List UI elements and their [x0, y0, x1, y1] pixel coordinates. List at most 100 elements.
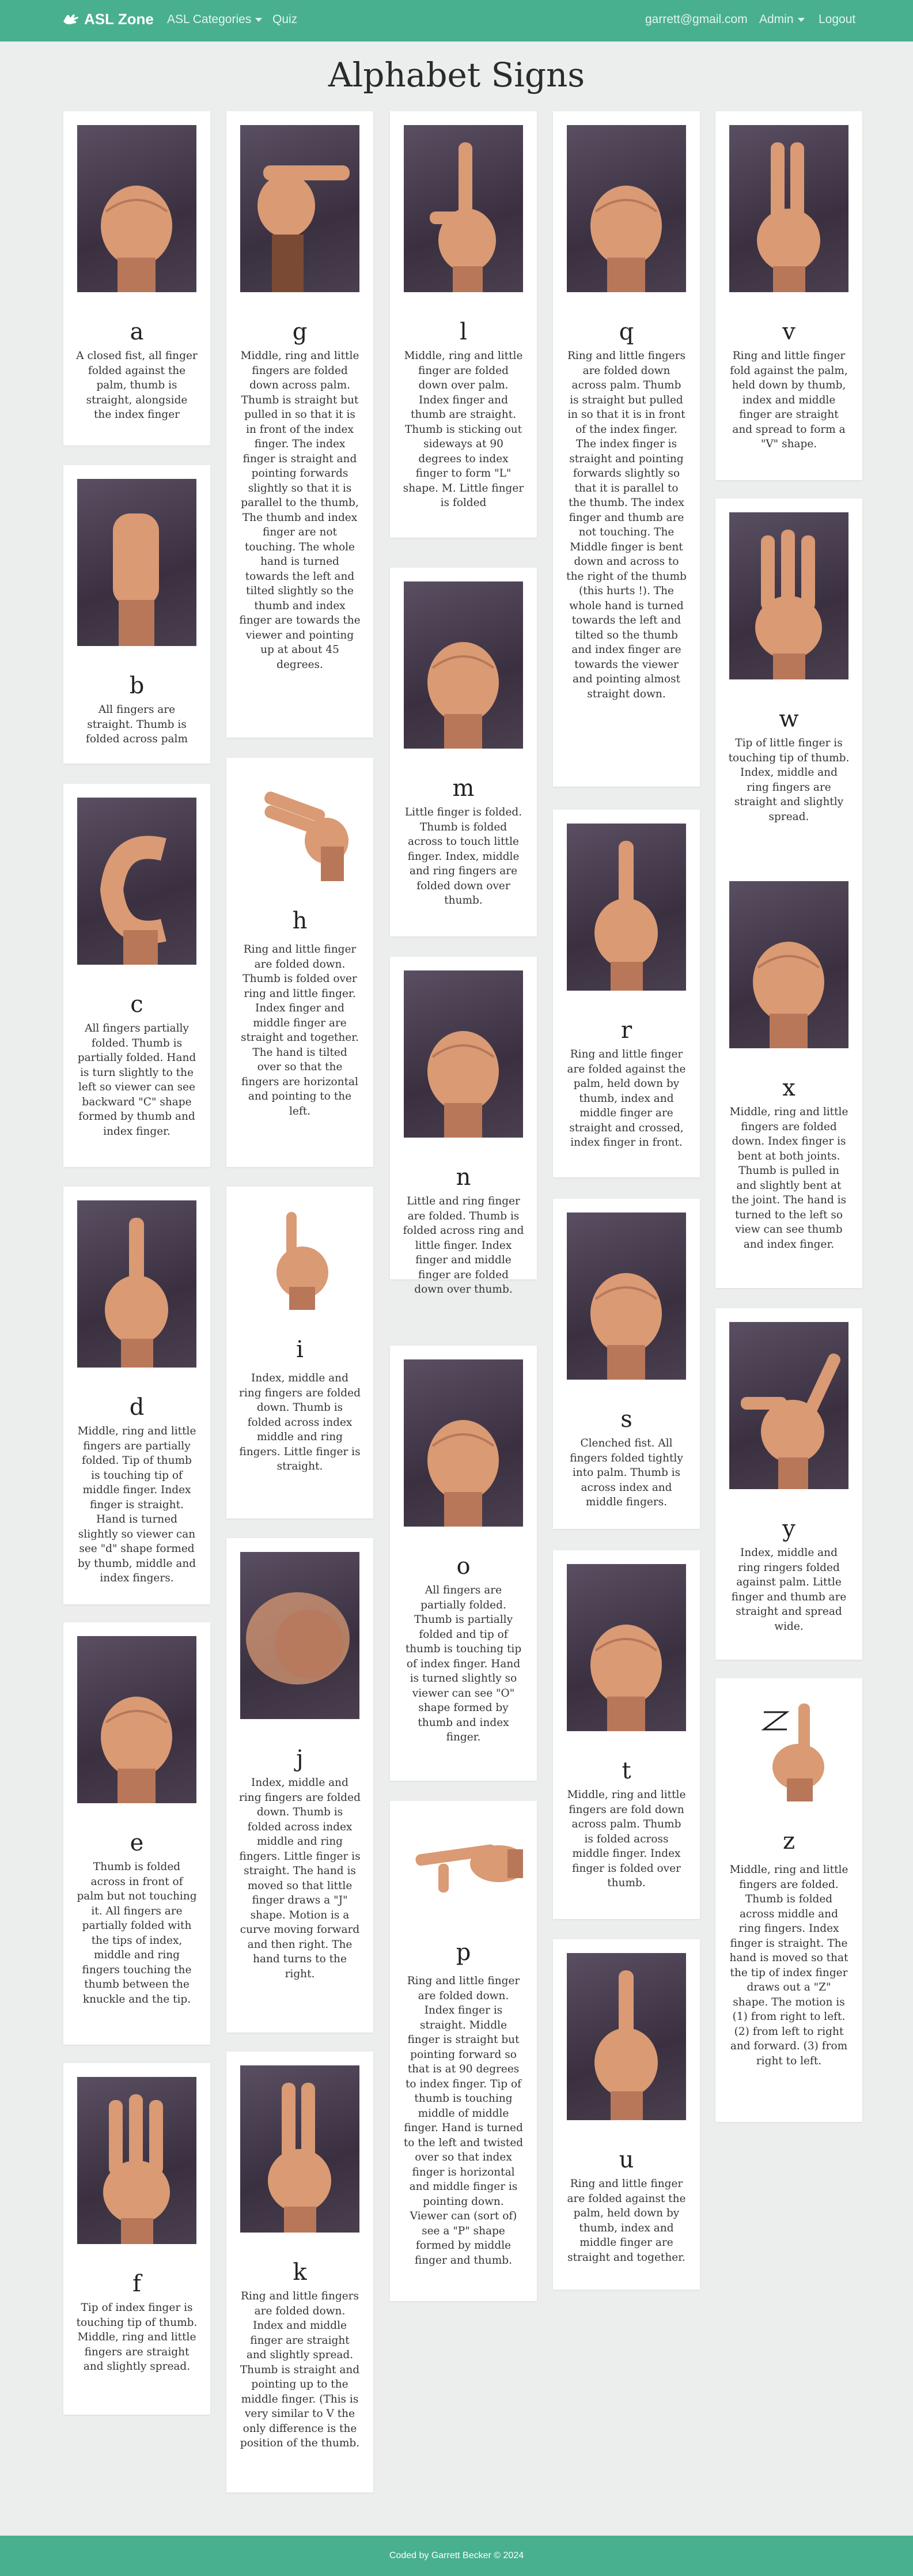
nav-quiz-link[interactable]: Quiz	[272, 13, 297, 27]
sign-description: Ring and little finger fold against the …	[730, 350, 848, 450]
sign-card-o[interactable]: o All fingers are partially folded. Thumb…	[390, 1346, 537, 1781]
nav-admin-dropdown[interactable]: Admin	[759, 13, 805, 27]
hand-sign-image	[590, 1273, 662, 1380]
sign-photo	[77, 1200, 196, 1368]
sign-card-h[interactable]: h Ring and little finger are folded down.…	[226, 758, 373, 1167]
hand-sign-image	[590, 1625, 662, 1731]
hand-sign-image	[594, 1970, 658, 2120]
sign-card-y[interactable]: y Index, middle and ring ringers folded a…	[715, 1308, 862, 1660]
hand-sign-image	[268, 2083, 331, 2233]
sign-description: Middle, ring and little fingers are fold…	[239, 350, 361, 671]
sign-photo	[729, 125, 848, 292]
sign-description: Thumb is folded across in front of palm …	[77, 1861, 197, 2005]
nav-user-email[interactable]: garrett@gmail.com	[645, 13, 748, 27]
sign-letter: i	[296, 1336, 304, 1363]
sign-letter: z	[782, 1828, 795, 1854]
sign-description: Middle, ring and little fingers are part…	[77, 1425, 196, 1584]
sign-letter: f	[132, 2271, 141, 2297]
sign-photo	[404, 1815, 523, 1913]
sign-letter: k	[293, 2259, 307, 2286]
sign-letter: d	[129, 1394, 145, 1421]
sign-photo	[567, 1953, 686, 2120]
sign-card-m[interactable]: m Little finger is folded. Thumb is folde…	[390, 568, 537, 936]
sign-photo	[567, 1213, 686, 1380]
sign-letter: v	[782, 319, 795, 345]
sign-description: All fingers are straight. Thumb is folde…	[86, 704, 188, 745]
sign-letter: r	[620, 1017, 632, 1044]
sign-card-c[interactable]: c All fingers partially folded. Thumb is …	[63, 784, 210, 1167]
hand-sign-image	[101, 1697, 172, 1803]
hand-sign-image	[257, 165, 350, 292]
sign-photo	[404, 125, 523, 292]
sign-description: Middle, ring and little fingers are fold…	[729, 1864, 848, 2067]
sign-letter: c	[130, 991, 143, 1018]
hand-sign-image	[415, 1844, 523, 1893]
nav-asl-categories-dropdown[interactable]: ASL Categories	[167, 13, 263, 27]
sign-card-e[interactable]: e Thumb is folded across in front of palm…	[63, 1622, 210, 2045]
sign-letter: s	[620, 1406, 632, 1433]
hand-sign-image	[590, 186, 662, 292]
sign-card-p[interactable]: p Ring and little finger are folded down.…	[390, 1801, 537, 2301]
hand-sign-image	[761, 1704, 824, 1801]
sign-photo	[240, 1200, 359, 1310]
sign-card-b[interactable]: b All fingers are straight. Thumb is fold…	[63, 465, 210, 764]
sign-card-w[interactable]: w Tip of little finger is touching tip of…	[715, 498, 862, 867]
brand-text: ASL Zone	[84, 10, 154, 28]
sign-card-z[interactable]: z Middle, ring and little fingers are fol…	[715, 1678, 862, 2122]
sign-photo	[729, 881, 848, 1048]
sign-card-t[interactable]: t Middle, ring and little fingers are fol…	[553, 1550, 700, 1919]
sign-description: All fingers are partially folded. Thumb …	[405, 1584, 522, 1743]
sign-card-l[interactable]: l Middle, ring and little finger are fold…	[390, 111, 537, 538]
sign-card-k[interactable]: k Ring and little fingers are folded down…	[226, 2052, 373, 2492]
sign-photo	[404, 970, 523, 1138]
sign-card-g[interactable]: g Middle, ring and little fingers are fol…	[226, 111, 373, 738]
footer: Coded by Garrett Becker © 2024	[0, 2536, 913, 2576]
sign-letter: p	[456, 1939, 471, 1966]
sign-card-r[interactable]: r Ring and little finger are folded again…	[553, 810, 700, 1177]
sign-description: Middle, ring and little fingers are fold…	[567, 1789, 686, 1889]
sign-card-n[interactable]: n Little and ring finger are folded. Thum…	[390, 957, 537, 1295]
sign-letter: b	[129, 673, 145, 699]
sign-card-d[interactable]: d Middle, ring and little fingers are par…	[63, 1187, 210, 1604]
sign-card-v[interactable]: v Ring and little finger fold against the…	[715, 111, 862, 480]
hand-sign-image	[741, 1353, 840, 1489]
sign-card-f[interactable]: f Tip of index finger is touching tip of …	[63, 2063, 210, 2415]
sign-letter: h	[292, 908, 308, 934]
sign-photo	[77, 125, 196, 292]
sign-photo	[240, 2065, 359, 2233]
sign-description: All fingers partially folded. Thumb is p…	[77, 1022, 196, 1138]
hand-sign-image	[594, 841, 658, 991]
sign-description: Middle, ring and little finger are folde…	[403, 350, 524, 509]
sign-description: Clenched fist. All fingers folded tightl…	[570, 1437, 683, 1508]
brand-link[interactable]: ASL Zone	[62, 10, 154, 28]
nav-admin-label: Admin	[759, 13, 794, 26]
sign-card-a[interactable]: a A closed fist, all finger folded agains…	[63, 111, 210, 445]
caret-down-icon	[797, 17, 805, 22]
sign-card-q[interactable]: q Ring and little fingers are folded down…	[553, 111, 700, 787]
sign-description: Little finger is folded. Thumb is folded…	[404, 806, 522, 906]
hand-sign-image	[427, 1420, 499, 1527]
sign-card-j[interactable]: j Index, middle and ring fingers are fold…	[226, 1538, 373, 2033]
sign-letter: m	[452, 775, 475, 802]
sign-letter: x	[782, 1075, 795, 1101]
sign-description: Ring and little fingers are folded down.…	[240, 2290, 360, 2449]
nav-categories-label: ASL Categories	[167, 13, 252, 26]
sign-description: Little and ring finger are folded. Thumb…	[403, 1195, 524, 1295]
sign-description: Ring and little finger are folded agains…	[567, 2178, 686, 2264]
sign-card-u[interactable]: u Ring and little finger are folded again…	[553, 1939, 700, 2290]
sign-card-s[interactable]: s Clenched fist. All fingers folded tight…	[553, 1199, 700, 1529]
hand-sign-image	[757, 142, 820, 292]
nav-logout-link[interactable]: Logout	[819, 13, 855, 27]
sign-photo	[567, 125, 686, 292]
footer-credit: Coded by Garrett Becker © 2024	[389, 2551, 524, 2560]
hand-sign-image	[246, 1592, 350, 1684]
sign-letter: t	[622, 1758, 631, 1784]
hand-sign-image	[427, 1031, 499, 1138]
page-title: Alphabet Signs	[328, 55, 585, 95]
sign-photo	[77, 2077, 196, 2244]
hand-sign-image	[100, 836, 166, 965]
sign-letter: q	[619, 319, 634, 345]
sign-card-x[interactable]: x Middle, ring and little fingers are fol…	[715, 867, 862, 1288]
sign-card-i[interactable]: i Index, middle and ring fingers are fold…	[226, 1187, 373, 1519]
sign-letter: g	[292, 319, 308, 345]
